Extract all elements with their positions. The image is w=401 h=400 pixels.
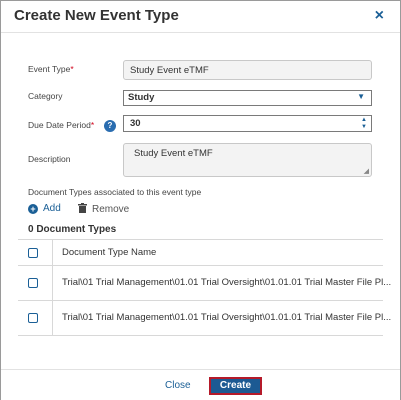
row-checkbox[interactable] bbox=[28, 278, 38, 288]
dialog-title: Create New Event Type bbox=[14, 7, 179, 24]
select-all-checkbox[interactable] bbox=[28, 248, 38, 258]
description-textarea[interactable]: Study Event eTMF ◢ bbox=[123, 143, 372, 177]
row-checkbox[interactable] bbox=[28, 313, 38, 323]
document-type-name-cell: Trial\01 Trial Management\01.01 Trial Ov… bbox=[62, 312, 392, 323]
due-date-period-label-text: Due Date Period bbox=[28, 120, 91, 130]
checkbox-cell bbox=[18, 301, 53, 335]
category-label: Category bbox=[28, 91, 63, 101]
add-button[interactable]: + Add bbox=[28, 203, 61, 214]
dialog-header: Create New Event Type × bbox=[1, 1, 400, 33]
close-icon[interactable]: × bbox=[375, 6, 384, 26]
table-row[interactable]: Trial\01 Trial Management\01.01 Trial Ov… bbox=[18, 300, 391, 335]
document-types-table: Document Type Name Trial\01 Trial Manage… bbox=[18, 239, 391, 336]
close-button[interactable]: Close bbox=[165, 380, 191, 391]
plus-circle-icon: + bbox=[28, 203, 38, 214]
dialog-body: Event Type* Study Event eTMF Category St… bbox=[1, 34, 400, 369]
remove-button-label: Remove bbox=[92, 204, 130, 215]
required-marker: * bbox=[70, 64, 74, 74]
trash-icon bbox=[78, 203, 87, 216]
table-header-row: Document Type Name bbox=[18, 239, 383, 265]
table-row[interactable]: Trial\01 Trial Management\01.01 Trial Ov… bbox=[18, 265, 391, 300]
remove-button[interactable]: Remove bbox=[78, 203, 129, 216]
chevron-down-icon: ▼ bbox=[357, 92, 365, 101]
dialog-footer: Close Create bbox=[1, 369, 400, 400]
checkbox-cell bbox=[18, 240, 53, 265]
category-select[interactable]: Study ▼ bbox=[123, 90, 372, 106]
event-type-label: Event Type* bbox=[28, 64, 74, 74]
due-date-period-input[interactable]: 30 ▲ ▼ bbox=[123, 115, 372, 132]
event-type-input[interactable]: Study Event eTMF bbox=[123, 60, 372, 80]
number-stepper[interactable]: ▲ ▼ bbox=[359, 117, 369, 131]
help-icon[interactable]: ? bbox=[104, 120, 116, 132]
document-types-section-label: Document Types associated to this event … bbox=[28, 187, 202, 197]
stepper-up-icon[interactable]: ▲ bbox=[359, 117, 369, 124]
checkbox-cell bbox=[18, 266, 53, 300]
create-event-type-dialog: Create New Event Type × Event Type* Stud… bbox=[0, 0, 401, 400]
due-date-period-value: 30 bbox=[130, 118, 141, 129]
stepper-down-icon[interactable]: ▼ bbox=[359, 124, 369, 131]
create-button[interactable]: Create bbox=[209, 377, 262, 395]
category-value: Study bbox=[128, 92, 155, 103]
event-type-label-text: Event Type bbox=[28, 64, 71, 74]
document-types-count: 0 Document Types bbox=[28, 224, 117, 235]
column-header-document-type-name: Document Type Name bbox=[62, 247, 157, 258]
description-label: Description bbox=[28, 154, 71, 164]
document-type-name-cell: Trial\01 Trial Management\01.01 Trial Ov… bbox=[62, 277, 392, 288]
resize-grip-icon[interactable]: ◢ bbox=[364, 167, 369, 175]
table-divider bbox=[18, 335, 383, 336]
description-value: Study Event eTMF bbox=[134, 148, 213, 159]
add-button-label: Add bbox=[43, 203, 61, 214]
due-date-period-label: Due Date Period* bbox=[28, 120, 94, 130]
required-marker: * bbox=[90, 120, 95, 130]
